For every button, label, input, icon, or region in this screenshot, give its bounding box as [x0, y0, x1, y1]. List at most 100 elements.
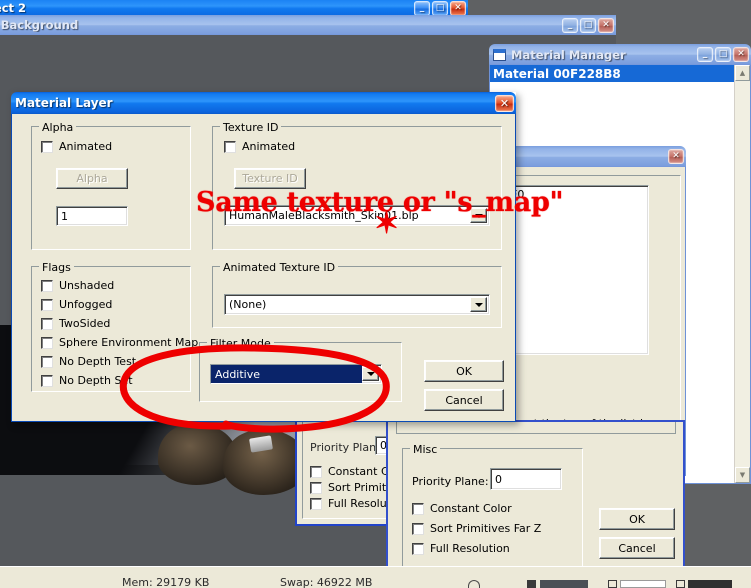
material-manager-minimize-button[interactable]: _ [697, 47, 713, 62]
texture-id-button-label: Texture ID [242, 172, 298, 185]
checkbox-box[interactable] [310, 497, 322, 510]
texture-id-group-label: Texture ID [220, 121, 282, 134]
alpha-animated-label: Animated [59, 140, 113, 153]
checkbox-box[interactable] [224, 140, 236, 153]
alpha-button-label: Alpha [76, 172, 108, 185]
material-manager-title: Material Manager [511, 47, 626, 62]
material-id-field[interactable]: 5F0 [499, 185, 649, 355]
material-layer-cancel-button[interactable]: Cancel [424, 389, 504, 411]
misc-checkbox-full-resolution[interactable]: Full Resolution [412, 542, 510, 555]
animated-texture-id-value: (None) [229, 298, 267, 311]
flag-no-depth-test-checkbox[interactable]: No Depth Test [41, 355, 136, 368]
filter-mode-value: Additive [211, 365, 362, 383]
toolbar-field-3[interactable] [688, 580, 732, 588]
misc-cancel-button[interactable]: Cancel [599, 537, 675, 559]
misc-priority-plane-label: Priority Plane: [412, 475, 489, 488]
material-layer-ok-button[interactable]: OK [424, 360, 504, 382]
project-maximize-button[interactable]: □ [432, 0, 448, 16]
chevron-down-icon[interactable] [470, 208, 487, 223]
checkbox-box[interactable] [41, 140, 53, 153]
flag-no-depth-set-checkbox[interactable]: No Depth Set [41, 374, 133, 387]
checkbox-box[interactable] [412, 542, 424, 555]
checkbox-box[interactable] [41, 336, 53, 349]
background-close-button[interactable]: ✕ [598, 17, 614, 33]
filter-mode-combo[interactable]: Additive [210, 364, 382, 384]
toolbar-field-1[interactable] [540, 580, 588, 588]
material-layer-close-button[interactable]: ✕ [495, 94, 514, 112]
material-layer-cancel-label: Cancel [445, 393, 483, 407]
material-list-scrollbar[interactable]: ▲ ▼ [734, 65, 750, 483]
screen: ject 2 _ □ ✕ - Background _ □ ✕ [0, 0, 751, 588]
material-layer-dialog: Material Layer ✕ Alpha Animated Alpha 1 [11, 92, 516, 422]
animated-texture-id-combo[interactable]: (None) [224, 294, 490, 315]
misc-ok-label: OK [629, 512, 645, 526]
checkbox-box[interactable] [41, 355, 53, 368]
flags-group-label: Flags [39, 261, 74, 274]
flag-label: No Depth Set [59, 374, 133, 387]
background-window-title: - Background [0, 18, 79, 32]
material-layer-ok-label: OK [456, 364, 472, 378]
chevron-down-icon[interactable] [470, 297, 487, 312]
toolbar-icon-undo[interactable] [468, 580, 480, 588]
material-manager-maximize-button[interactable]: □ [715, 47, 731, 62]
checkbox-box[interactable] [41, 374, 53, 387]
flag-unshaded-checkbox[interactable]: Unshaded [41, 279, 114, 292]
texture-id-animated-checkbox[interactable]: Animated [224, 140, 295, 153]
project-window-title: ject 2 [0, 1, 27, 15]
flag-twosided-checkbox[interactable]: TwoSided [41, 317, 110, 330]
checkbox-box[interactable] [41, 317, 53, 330]
material-layer-title: Material Layer [15, 96, 113, 110]
texture-id-combo[interactable]: HumanMaleBlacksmith_Skin01.blp [224, 205, 490, 226]
flag-label: TwoSided [59, 317, 111, 330]
checkbox-box[interactable] [41, 298, 53, 311]
checkbox-box[interactable] [41, 279, 53, 292]
background-maximize-button[interactable]: □ [580, 17, 596, 33]
status-bar-memory: Mem: 29179 KB [122, 576, 210, 588]
flag-sphere-environment-map-checkbox[interactable]: Sphere Environment Map [41, 336, 198, 349]
project-close-button[interactable]: ✕ [450, 0, 466, 16]
background-window-titlebar[interactable]: - Background _ □ ✕ [0, 15, 616, 35]
list-item-label: Material 00F228B8 [493, 66, 621, 81]
material-window-close-button[interactable]: ✕ [668, 149, 684, 164]
flag-label: Unfogged [59, 298, 113, 311]
misc-checkbox-constant-color[interactable]: Constant Color [412, 502, 512, 515]
project-minimize-button[interactable]: _ [414, 0, 430, 16]
alpha-animated-checkbox[interactable]: Animated [41, 140, 112, 153]
alpha-value-input[interactable]: 1 [56, 206, 128, 226]
material-layer-body: Alpha Animated Alpha 1 Texture ID Animat… [11, 114, 516, 422]
chevron-down-icon[interactable] [362, 367, 379, 381]
texture-id-button[interactable]: Texture ID [234, 168, 306, 189]
checkbox-box[interactable] [310, 465, 322, 478]
toolbar-field-2[interactable] [620, 580, 666, 588]
misc-priority-plane-field[interactable]: 0 [490, 468, 562, 490]
material-manager-window-icon [493, 48, 506, 61]
checkbox-box[interactable] [412, 502, 424, 515]
scroll-down-icon: ▼ [739, 471, 746, 479]
checkbox-box[interactable] [412, 522, 424, 535]
list-item[interactable]: Material 00F228B8 [490, 65, 734, 82]
checkbox-box[interactable] [310, 481, 322, 494]
toolbar-icon-save[interactable] [527, 580, 536, 588]
alpha-group-label: Alpha [39, 121, 77, 134]
texture-id-animated-label: Animated [242, 140, 296, 153]
misc-checkbox-label: Sort Primitives Far Z [430, 522, 542, 535]
flag-unfogged-checkbox[interactable]: Unfogged [41, 298, 112, 311]
scroll-up-button[interactable]: ▲ [735, 65, 750, 81]
misc-cancel-label: Cancel [618, 541, 656, 555]
scroll-down-button[interactable]: ▼ [735, 467, 750, 483]
material-layer-titlebar[interactable]: Material Layer ✕ [11, 92, 516, 114]
filter-mode-group-label: Filter Mode [207, 337, 274, 350]
material-manager-titlebar[interactable]: Material Manager _ □ ✕ [489, 44, 751, 65]
misc-checkbox-sort-primitives[interactable]: Sort Primitives Far Z [412, 522, 541, 535]
misc-dialog: Misc Priority Plane: 0 Constant Color So… [386, 420, 685, 575]
flag-label: Sphere Environment Map [59, 336, 199, 349]
material-manager-close-button[interactable]: ✕ [733, 47, 749, 62]
texture-id-value: HumanMaleBlacksmith_Skin01.blp [229, 209, 419, 222]
misc-ok-button[interactable]: OK [599, 508, 675, 530]
toolbar-icon-paste[interactable] [676, 580, 685, 588]
background-minimize-button[interactable]: _ [562, 17, 578, 33]
alpha-value: 1 [61, 209, 68, 223]
status-bar-swap: Swap: 46922 MB [280, 576, 373, 588]
alpha-button[interactable]: Alpha [56, 168, 128, 189]
toolbar-icon-copy[interactable] [608, 580, 617, 588]
